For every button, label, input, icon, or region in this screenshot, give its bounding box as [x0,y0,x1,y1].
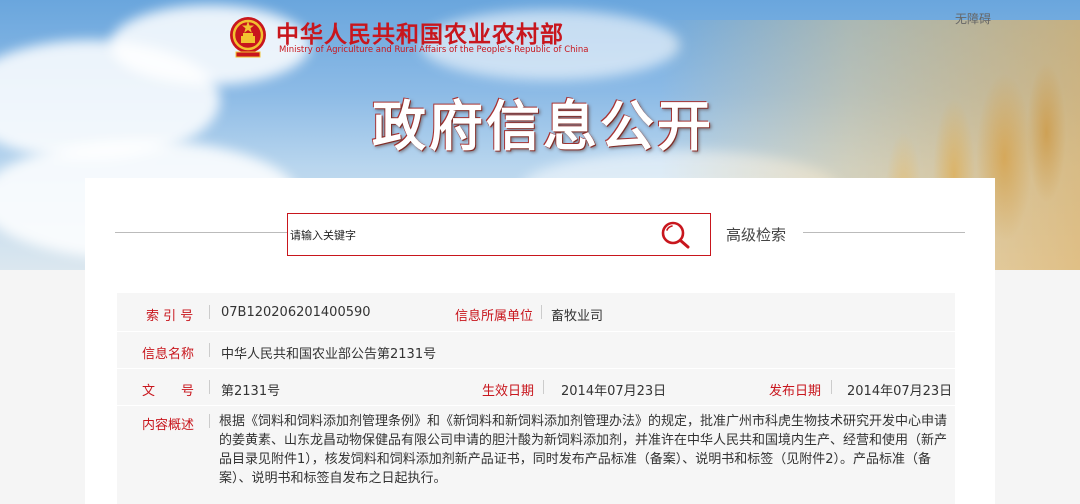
ministry-name-en: Ministry of Agriculture and Rural Affair… [279,45,589,55]
doc-number-label: 文 号 [142,384,195,399]
org-label: 信息所属单位 [455,309,534,324]
divider-line [209,305,210,319]
summary-value: 根据《饲料和饲料添加剂管理条例》和《新饲料和新饲料添加剂管理办法》的规定，批准广… [219,414,948,486]
table-row: 文 号 第2131号 生效日期 2014年07月23日 发布日期 2014年07… [117,369,955,406]
summary-label: 内容概述 [142,418,195,433]
publish-date-value: 2014年07月23日 [847,384,953,399]
search-icon[interactable] [660,220,692,250]
table-row: 信息名称 中华人民共和国农业部公告第2131号 [117,332,955,369]
index-value: 07B120206201400590 [221,305,371,320]
divider-line [209,343,210,357]
info-table: 索 引 号 07B120206201400590 信息所属单位 畜牧业司 信息名… [117,293,955,504]
national-emblem-icon [230,17,266,58]
table-row: 索 引 号 07B120206201400590 信息所属单位 畜牧业司 [117,293,955,332]
divider-line [541,305,542,319]
divider-line [209,414,210,428]
advanced-search-link[interactable]: 高级检索 [726,224,786,245]
divider-line [209,380,210,394]
index-label: 索 引 号 [146,309,194,324]
name-label: 信息名称 [142,347,195,362]
publish-date-label: 发布日期 [769,384,822,399]
accessibility-link[interactable]: 无障碍 [955,10,991,27]
search-input[interactable] [290,225,650,245]
doc-number-value: 第2131号 [221,384,281,399]
effective-date-label: 生效日期 [482,384,535,399]
search-box [287,213,711,256]
content-card: 高级检索 索 引 号 07B120206201400590 信息所属单位 畜牧业… [85,178,995,504]
divider-line [543,380,544,394]
divider-line [115,232,287,233]
divider-line [831,380,832,394]
ministry-name-cn: 中华人民共和国农业农村部 [276,21,564,48]
table-row: 内容概述 根据《饲料和饲料添加剂管理条例》和《新饲料和新饲料添加剂管理办法》的规… [117,406,955,504]
org-value: 畜牧业司 [551,309,604,324]
name-value: 中华人民共和国农业部公告第2131号 [221,347,437,362]
effective-date-value: 2014年07月23日 [561,384,667,399]
page-hero-title: 政府信息公开 [372,94,714,158]
divider-line [803,232,965,233]
